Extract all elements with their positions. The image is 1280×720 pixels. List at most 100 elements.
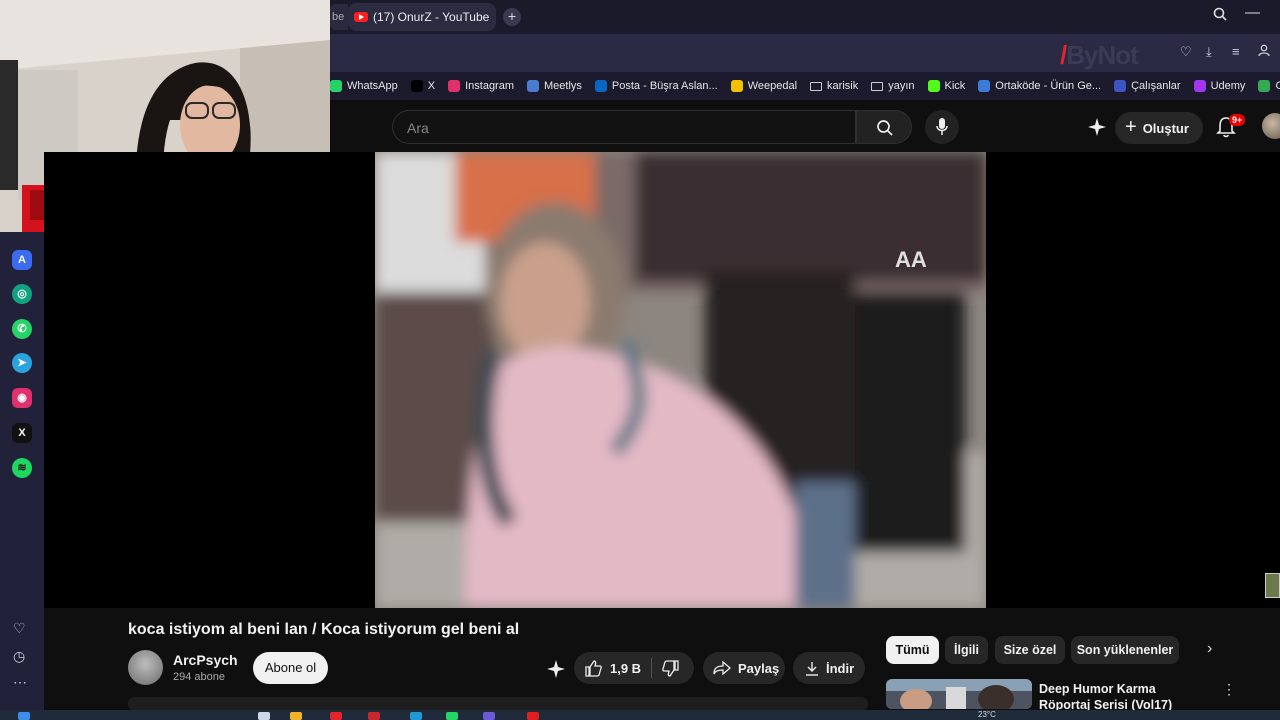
channel-name[interactable]: ArcPsych bbox=[173, 652, 238, 668]
bynot-watermark-logo: /ByNot bbox=[1060, 40, 1139, 70]
share-label: Paylaş bbox=[738, 660, 780, 676]
more-dots-icon[interactable]: ⋯ bbox=[13, 674, 27, 691]
instagram-icon[interactable]: ◉ bbox=[12, 388, 32, 408]
bookmark-item[interactable]: Kick bbox=[927, 80, 966, 92]
bookmark-label: Instagram bbox=[465, 80, 515, 92]
bookmark-item[interactable]: Çalışanlar bbox=[1114, 80, 1181, 92]
bookmark-item[interactable]: yayın bbox=[871, 80, 915, 92]
create-label: Oluştur bbox=[1142, 120, 1189, 136]
history-clock-icon[interactable]: ◷ bbox=[13, 648, 25, 665]
favorites-heart-icon[interactable]: ♡ bbox=[13, 620, 26, 637]
bookmark-favicon-icon bbox=[1258, 80, 1271, 92]
tab-title: (17) OnurZ - YouTube bbox=[373, 10, 490, 24]
download-icon[interactable]: ⤓ bbox=[1206, 44, 1212, 60]
bookmark-favicon-icon bbox=[730, 80, 743, 92]
bookmark-item[interactable]: Google Haritalar bbox=[1258, 80, 1280, 92]
description-box[interactable] bbox=[128, 697, 868, 711]
chevron-right-icon[interactable]: › bbox=[1207, 640, 1212, 658]
youtube-favicon-icon bbox=[354, 12, 368, 22]
share-arrow-icon bbox=[713, 661, 731, 675]
create-button[interactable]: + Oluştur bbox=[1115, 112, 1203, 144]
more-vertical-icon[interactable]: ⋮ bbox=[1222, 681, 1236, 698]
recommendation-title[interactable]: Deep Humor Karma Röportaj Serisi (Vol17) bbox=[1039, 681, 1209, 713]
bookmark-favicon-icon bbox=[330, 80, 342, 92]
search-input[interactable]: Ara bbox=[392, 110, 856, 144]
bookmark-item[interactable]: Weepedal bbox=[730, 80, 798, 92]
recommendation-thumbnail[interactable] bbox=[886, 679, 1032, 709]
plus-icon: + bbox=[1125, 115, 1137, 138]
search-button[interactable] bbox=[856, 110, 912, 144]
file-explorer-icon[interactable] bbox=[290, 712, 302, 720]
bookmark-label: WhatsApp bbox=[347, 80, 398, 92]
new-tab-button[interactable]: + bbox=[503, 8, 521, 26]
bookmark-label: yayın bbox=[888, 80, 915, 92]
chatgpt-icon[interactable]: ◎ bbox=[12, 284, 32, 304]
bookmark-favicon-icon bbox=[978, 80, 991, 92]
notification-badge: 9+ bbox=[1229, 114, 1246, 126]
miniplayer-thumbnail[interactable] bbox=[1265, 573, 1280, 598]
app-blue-icon[interactable] bbox=[410, 712, 422, 720]
bookmark-label: X bbox=[427, 80, 436, 92]
whatsapp-taskbar-icon[interactable] bbox=[446, 712, 458, 720]
bookmark-label: Weepedal bbox=[747, 80, 798, 92]
download-button[interactable]: İndir bbox=[793, 652, 865, 684]
like-count[interactable]: 1,9 B bbox=[610, 661, 641, 676]
voice-search-button[interactable] bbox=[925, 110, 959, 144]
bookmark-item[interactable]: Meetlys bbox=[527, 80, 582, 92]
bookmark-label: Meetlys bbox=[544, 80, 582, 92]
spotify-icon[interactable]: ≋ bbox=[12, 458, 32, 478]
download-label: İndir bbox=[826, 660, 855, 676]
bookmark-favicon-icon bbox=[1193, 80, 1206, 92]
x-icon[interactable]: X bbox=[12, 423, 32, 443]
like-thumb-icon[interactable] bbox=[585, 659, 602, 677]
bookmark-item[interactable]: Posta - Büşra Aslan... bbox=[594, 80, 718, 92]
menu-icon[interactable]: ≡ bbox=[1232, 44, 1240, 59]
profile-icon[interactable] bbox=[1258, 44, 1270, 60]
bookmark-label: Google Haritalar bbox=[1275, 80, 1280, 92]
app-purple-icon[interactable] bbox=[483, 712, 495, 720]
bookmark-favicon-icon bbox=[410, 80, 423, 92]
ask-ai-sparkle-icon[interactable] bbox=[546, 659, 566, 684]
video-frame[interactable]: AA bbox=[375, 152, 986, 608]
channel-avatar[interactable] bbox=[128, 650, 163, 685]
dislike-thumb-icon[interactable] bbox=[662, 659, 679, 677]
minimize-button[interactable]: — bbox=[1245, 4, 1260, 21]
app-red-icon[interactable] bbox=[368, 712, 380, 720]
os-taskbar bbox=[0, 710, 1280, 720]
chip-for-you[interactable]: Size özel bbox=[995, 636, 1065, 664]
bookmark-favicon-icon bbox=[448, 80, 461, 92]
bookmark-label: Udemy bbox=[1210, 80, 1246, 92]
telegram-icon[interactable]: ➤ bbox=[12, 353, 32, 373]
bookmark-label: Ortaköde - Ürün Ge... bbox=[995, 80, 1102, 92]
bookmark-item[interactable]: Instagram bbox=[448, 80, 514, 92]
share-button[interactable]: Paylaş bbox=[703, 652, 785, 684]
bookmark-item[interactable]: Ortaköde - Ürün Ge... bbox=[978, 80, 1101, 92]
tab-previous[interactable]: be bbox=[330, 4, 348, 30]
folder-icon bbox=[810, 81, 823, 91]
bookmark-item[interactable]: X bbox=[410, 80, 436, 92]
bookmark-item[interactable]: WhatsApp bbox=[330, 80, 398, 92]
like-divider bbox=[651, 658, 653, 678]
whatsapp-icon[interactable]: ✆ bbox=[12, 319, 32, 339]
bookmarks-bar: WhatsApp X Instagram Meetlys Posta - Büşra A… bbox=[330, 72, 1280, 100]
bookmark-favicon-icon bbox=[1114, 80, 1127, 92]
task-view-icon[interactable] bbox=[258, 712, 270, 720]
start-icon[interactable] bbox=[18, 712, 30, 720]
tab-search-icon[interactable] bbox=[1213, 7, 1227, 25]
bookmark-item[interactable]: karisik bbox=[810, 80, 858, 92]
video-title: koca istiyom al beni lan / Koca istiyoru… bbox=[128, 621, 520, 638]
chip-recent[interactable]: Son yüklenenler bbox=[1071, 636, 1179, 664]
opera-taskbar-icon[interactable] bbox=[330, 712, 342, 720]
heart-icon[interactable]: ♡ bbox=[1180, 44, 1192, 60]
sparkle-ai-icon[interactable] bbox=[1087, 117, 1107, 142]
bookmark-label: Kick bbox=[944, 80, 966, 92]
aria-icon[interactable]: A bbox=[12, 250, 32, 270]
chip-all[interactable]: Tümü bbox=[886, 636, 939, 664]
subscribe-button[interactable]: Abone ol bbox=[253, 652, 328, 684]
aa-watermark: AA bbox=[895, 247, 927, 272]
bookmark-item[interactable]: Udemy bbox=[1193, 80, 1246, 92]
tab-youtube[interactable]: (17) OnurZ - YouTube bbox=[348, 3, 496, 31]
subscriber-count: 294 abone bbox=[173, 671, 225, 683]
chip-related[interactable]: İlgili bbox=[945, 636, 988, 664]
app-red2-icon[interactable] bbox=[527, 712, 539, 720]
